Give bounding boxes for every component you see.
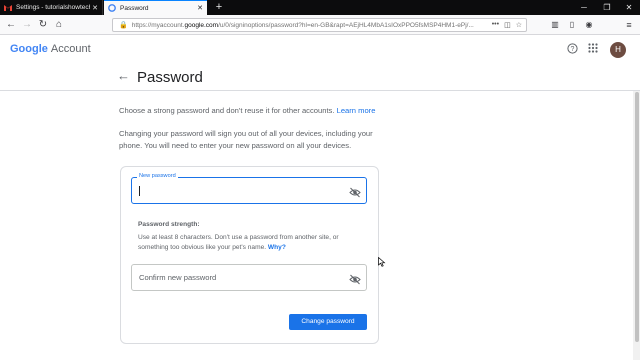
home-icon[interactable]: ⌂ xyxy=(52,18,66,32)
library-icon[interactable]: ▥ xyxy=(548,18,562,32)
url-text: https://myaccount.google.com/u/0/signino… xyxy=(131,21,474,29)
reload-icon[interactable]: ↻ xyxy=(36,18,50,32)
close-tab-icon[interactable]: ✕ xyxy=(195,4,205,12)
google-account-logo[interactable]: Google Account xyxy=(10,43,91,55)
new-password-field[interactable]: New password xyxy=(131,173,367,204)
tab-title: Settings - tutorialshowtech@g xyxy=(16,4,90,11)
address-bar[interactable]: 🔒 https://myaccount.google.com/u/0/signi… xyxy=(112,18,527,32)
menu-icon[interactable]: ≡ xyxy=(622,18,636,32)
learn-more-link[interactable]: Learn more xyxy=(337,106,376,115)
hide-password-icon[interactable] xyxy=(349,272,361,285)
close-window-icon[interactable]: ✕ xyxy=(618,0,640,15)
help-icon[interactable]: ? xyxy=(565,43,579,57)
strength-heading: Password strength: xyxy=(138,221,200,228)
minimize-icon[interactable]: ─ xyxy=(573,0,595,15)
logo-account-text: Account xyxy=(50,43,91,55)
bookmark-star-icon[interactable]: ☆ xyxy=(516,21,522,29)
new-tab-button[interactable]: + xyxy=(212,0,226,15)
scrollbar-thumb[interactable] xyxy=(635,92,639,342)
back-icon[interactable]: ← xyxy=(4,18,18,32)
signout-warning: Changing your password will sign you out… xyxy=(119,129,373,150)
account-header: Google Account ? H ← Password xyxy=(0,36,640,91)
navigation-bar: ← → ↻ ⌂ 🔒 https://myaccount.google.com/u… xyxy=(0,15,640,35)
text-caret xyxy=(139,186,140,196)
confirm-password-field[interactable] xyxy=(131,264,367,291)
page-title: Password xyxy=(137,69,203,86)
new-password-label: New password xyxy=(137,173,178,179)
tab-gmail-settings[interactable]: Settings - tutorialshowtech@g ✕ xyxy=(0,0,103,15)
tab-strip: Settings - tutorialshowtech@g ✕ Password… xyxy=(0,0,640,15)
lock-icon: 🔒 xyxy=(119,22,128,29)
why-link[interactable]: Why? xyxy=(268,244,286,251)
close-tab-icon[interactable]: ✕ xyxy=(90,4,100,12)
svg-text:?: ? xyxy=(570,46,574,53)
tab-password[interactable]: Password ✕ xyxy=(104,0,207,15)
forward-icon[interactable]: → xyxy=(20,18,34,32)
back-arrow-icon[interactable]: ← xyxy=(117,69,130,83)
sidebar-icon[interactable]: ▯ xyxy=(565,18,579,32)
avatar[interactable]: H xyxy=(610,42,626,58)
intro-text: Choose a strong password and don't reuse… xyxy=(119,106,376,115)
maximize-icon[interactable]: ❐ xyxy=(596,0,618,15)
account-icon[interactable]: ◉ xyxy=(582,18,596,32)
hide-password-icon[interactable] xyxy=(349,185,361,198)
apps-grid-icon[interactable] xyxy=(586,43,600,57)
tab-title: Password xyxy=(120,4,149,12)
gmail-icon xyxy=(4,4,12,12)
logo-google-text: Google xyxy=(10,43,48,55)
google-icon xyxy=(108,4,116,12)
confirm-password-input[interactable] xyxy=(132,265,342,290)
change-password-button[interactable]: Change password xyxy=(289,314,367,330)
pocket-icon[interactable]: ◫ xyxy=(504,21,511,29)
more-actions-icon[interactable]: ••• xyxy=(492,21,499,29)
strength-hint: Use at least 8 characters. Don't use a p… xyxy=(138,234,339,251)
mouse-cursor-icon xyxy=(378,257,386,267)
